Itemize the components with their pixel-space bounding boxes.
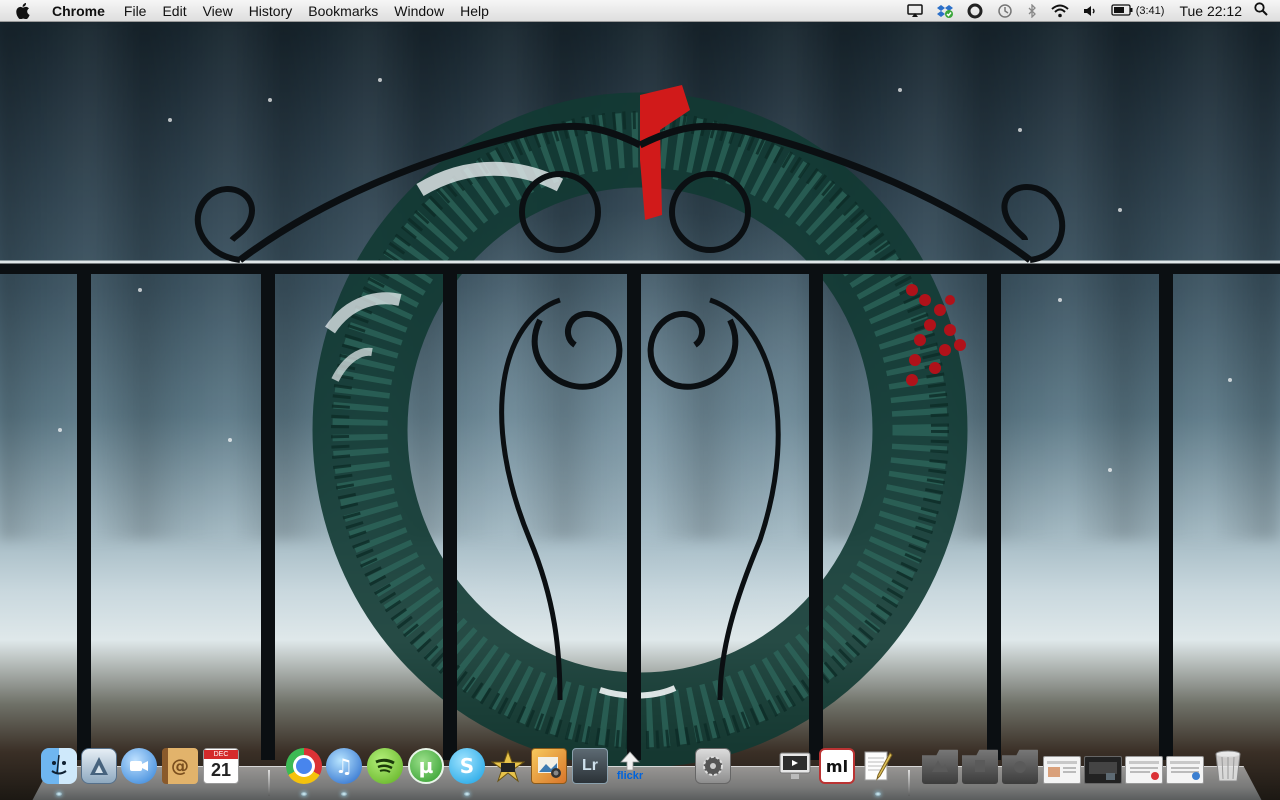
wreath-on-railing-photo [0,78,1280,768]
menu-history[interactable]: History [249,3,293,19]
iphoto-icon[interactable] [531,748,567,784]
lightroom-label: Lr [582,757,598,774]
menu-view[interactable]: View [203,3,233,19]
minimized-window-4[interactable] [1166,756,1204,784]
ical-month: DEC [204,750,238,759]
address-book-icon[interactable]: @ [162,748,198,784]
finder-running-indicator [56,792,62,796]
utorrent-icon[interactable]: µ [408,748,444,784]
front-row-icon[interactable] [777,748,813,784]
apple-icon[interactable] [16,2,34,20]
dock-separator [908,770,910,796]
itunes-running-indicator [341,792,347,796]
system-preferences-icon[interactable] [695,748,731,784]
menu-window[interactable]: Window [394,3,444,19]
ichat-icon[interactable] [121,748,157,784]
skype-icon[interactable]: S [449,748,485,784]
marsedit-icon[interactable]: ml [819,748,855,784]
circle-app-icon[interactable] [967,3,983,19]
ical-icon[interactable]: DEC 21 [203,748,239,784]
status-area: (3:41) Tue 22:12 [900,0,1280,21]
lightroom-icon[interactable]: Lr [572,748,608,784]
flickr-icon[interactable]: flickr [612,748,648,784]
menu-bookmarks[interactable]: Bookmarks [308,3,378,19]
ical-date: 21 [210,760,232,780]
dropbox-icon[interactable] [936,3,953,19]
desktop-wallpaper [0,0,1280,800]
app-menu-chrome[interactable]: Chrome [52,3,105,19]
battery-icon [1111,3,1133,19]
itunes-icon[interactable]: ♫ [326,748,362,784]
minimized-window-1[interactable] [1043,756,1081,784]
bluetooth-icon[interactable] [1027,3,1037,18]
time-machine-icon[interactable] [997,3,1013,19]
minimized-window-3[interactable] [1125,756,1163,784]
skype-running-indicator [464,792,470,796]
trash-icon[interactable] [1210,748,1246,784]
airplay-icon[interactable] [906,3,923,18]
battery-indicator[interactable]: (3:41) [1111,3,1165,19]
marsedit-label: ml [825,756,849,776]
minimized-window-2[interactable] [1084,756,1122,784]
textedit-icon[interactable] [860,748,896,784]
chrome-icon[interactable] [286,748,322,784]
chrome-running-indicator [301,792,307,796]
menu-clock[interactable]: Tue 22:12 [1179,3,1242,19]
textedit-running-indicator [875,792,881,796]
spotify-icon[interactable] [367,748,403,784]
wifi-icon[interactable] [1051,4,1069,18]
menu-edit[interactable]: Edit [162,3,186,19]
mail-icon[interactable] [81,748,117,784]
volume-icon[interactable] [1083,4,1097,18]
spotlight-icon[interactable] [1254,2,1268,19]
finder-icon[interactable] [41,748,77,784]
dock-separator [268,770,270,796]
battery-time: (3:41) [1135,4,1165,17]
menu-help[interactable]: Help [460,3,489,19]
menu-file[interactable]: File [124,3,147,19]
iron-railing [0,122,1280,760]
imovie-icon[interactable] [490,748,526,784]
menu-bar: Chrome File Edit View History Bookmarks … [0,0,1280,22]
flickr-label: flickr [616,769,644,782]
